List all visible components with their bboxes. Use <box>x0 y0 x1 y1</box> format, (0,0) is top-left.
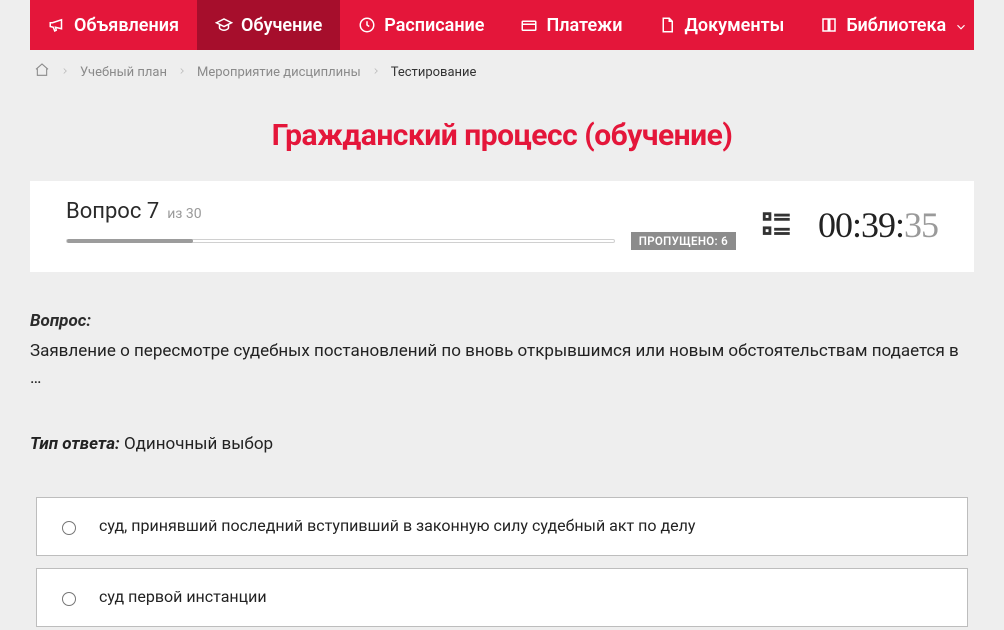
answer-radio[interactable] <box>62 592 76 606</box>
nav-label: Библиотека <box>846 15 946 36</box>
nav-announcements[interactable]: Объявления <box>30 0 197 50</box>
chevron-right-icon <box>177 65 187 80</box>
nav-schedule[interactable]: Расписание <box>340 0 502 50</box>
nav-label: Расписание <box>384 15 484 36</box>
chevron-right-icon <box>60 65 70 80</box>
question-of: из 30 <box>167 206 201 222</box>
page-title: Гражданский процесс (обучение) <box>30 118 974 153</box>
megaphone-icon <box>48 16 66 34</box>
nav-learning[interactable]: Обучение <box>197 0 340 50</box>
answer-text: суд, принявший последний вступивший в за… <box>99 514 695 539</box>
timer-main: 00:39: <box>818 204 904 246</box>
payment-icon <box>520 16 538 34</box>
grad-cap-icon <box>215 16 233 34</box>
breadcrumb-item[interactable]: Мероприятие дисциплины <box>197 65 361 80</box>
doc-icon <box>658 16 676 34</box>
answer-type-label: Тип ответа: <box>30 434 120 454</box>
question-heading: Вопрос: <box>30 308 974 334</box>
question-total: 30 <box>186 206 202 222</box>
answer-type-value: Одиночный выбор <box>124 434 273 454</box>
clock-icon <box>358 16 376 34</box>
breadcrumb-item[interactable]: Учебный план <box>80 65 167 80</box>
of-word: из <box>167 206 182 222</box>
book-icon <box>820 16 838 34</box>
breadcrumb: Учебный план Мероприятие дисциплины Тест… <box>30 50 974 94</box>
top-nav: Объявления Обучение Расписание Платежи <box>30 0 974 50</box>
nav-documents[interactable]: Документы <box>640 0 802 50</box>
breadcrumb-current: Тестирование <box>391 65 477 80</box>
timer: 00:39:35 <box>818 204 938 246</box>
nav-label: Обучение <box>241 15 322 36</box>
chevron-right-icon <box>371 65 381 80</box>
question-word-text: Вопрос <box>66 199 141 224</box>
progress-fill <box>67 239 193 243</box>
nav-library[interactable]: Библиотека <box>802 0 986 50</box>
answer-options: суд, принявший последний вступивший в за… <box>36 497 968 627</box>
skipped-badge: ПРОПУЩЕНО: 6 <box>631 232 736 250</box>
question-text: Заявление о пересмотре судебных постанов… <box>30 338 974 391</box>
nav-payments[interactable]: Платежи <box>502 0 640 50</box>
question-word: Вопрос 7 <box>66 199 159 224</box>
status-panel: Вопрос 7 из 30 ПРОПУЩЕНО: 6 <box>30 181 974 272</box>
nav-label: Объявления <box>74 15 179 36</box>
question-number: 7 <box>147 199 159 224</box>
timer-seconds: 35 <box>904 204 938 246</box>
chevron-down-icon <box>954 18 968 32</box>
progress-bar <box>66 239 615 243</box>
answer-option[interactable]: суд, принявший последний вступивший в за… <box>36 497 968 556</box>
home-icon[interactable] <box>34 62 50 82</box>
answer-text: суд первой инстанции <box>99 585 267 610</box>
answer-radio[interactable] <box>62 521 76 535</box>
question-list-icon[interactable] <box>760 208 794 242</box>
nav-label: Платежи <box>546 15 622 36</box>
answer-option[interactable]: суд первой инстанции <box>36 568 968 627</box>
nav-label: Документы <box>684 15 784 36</box>
